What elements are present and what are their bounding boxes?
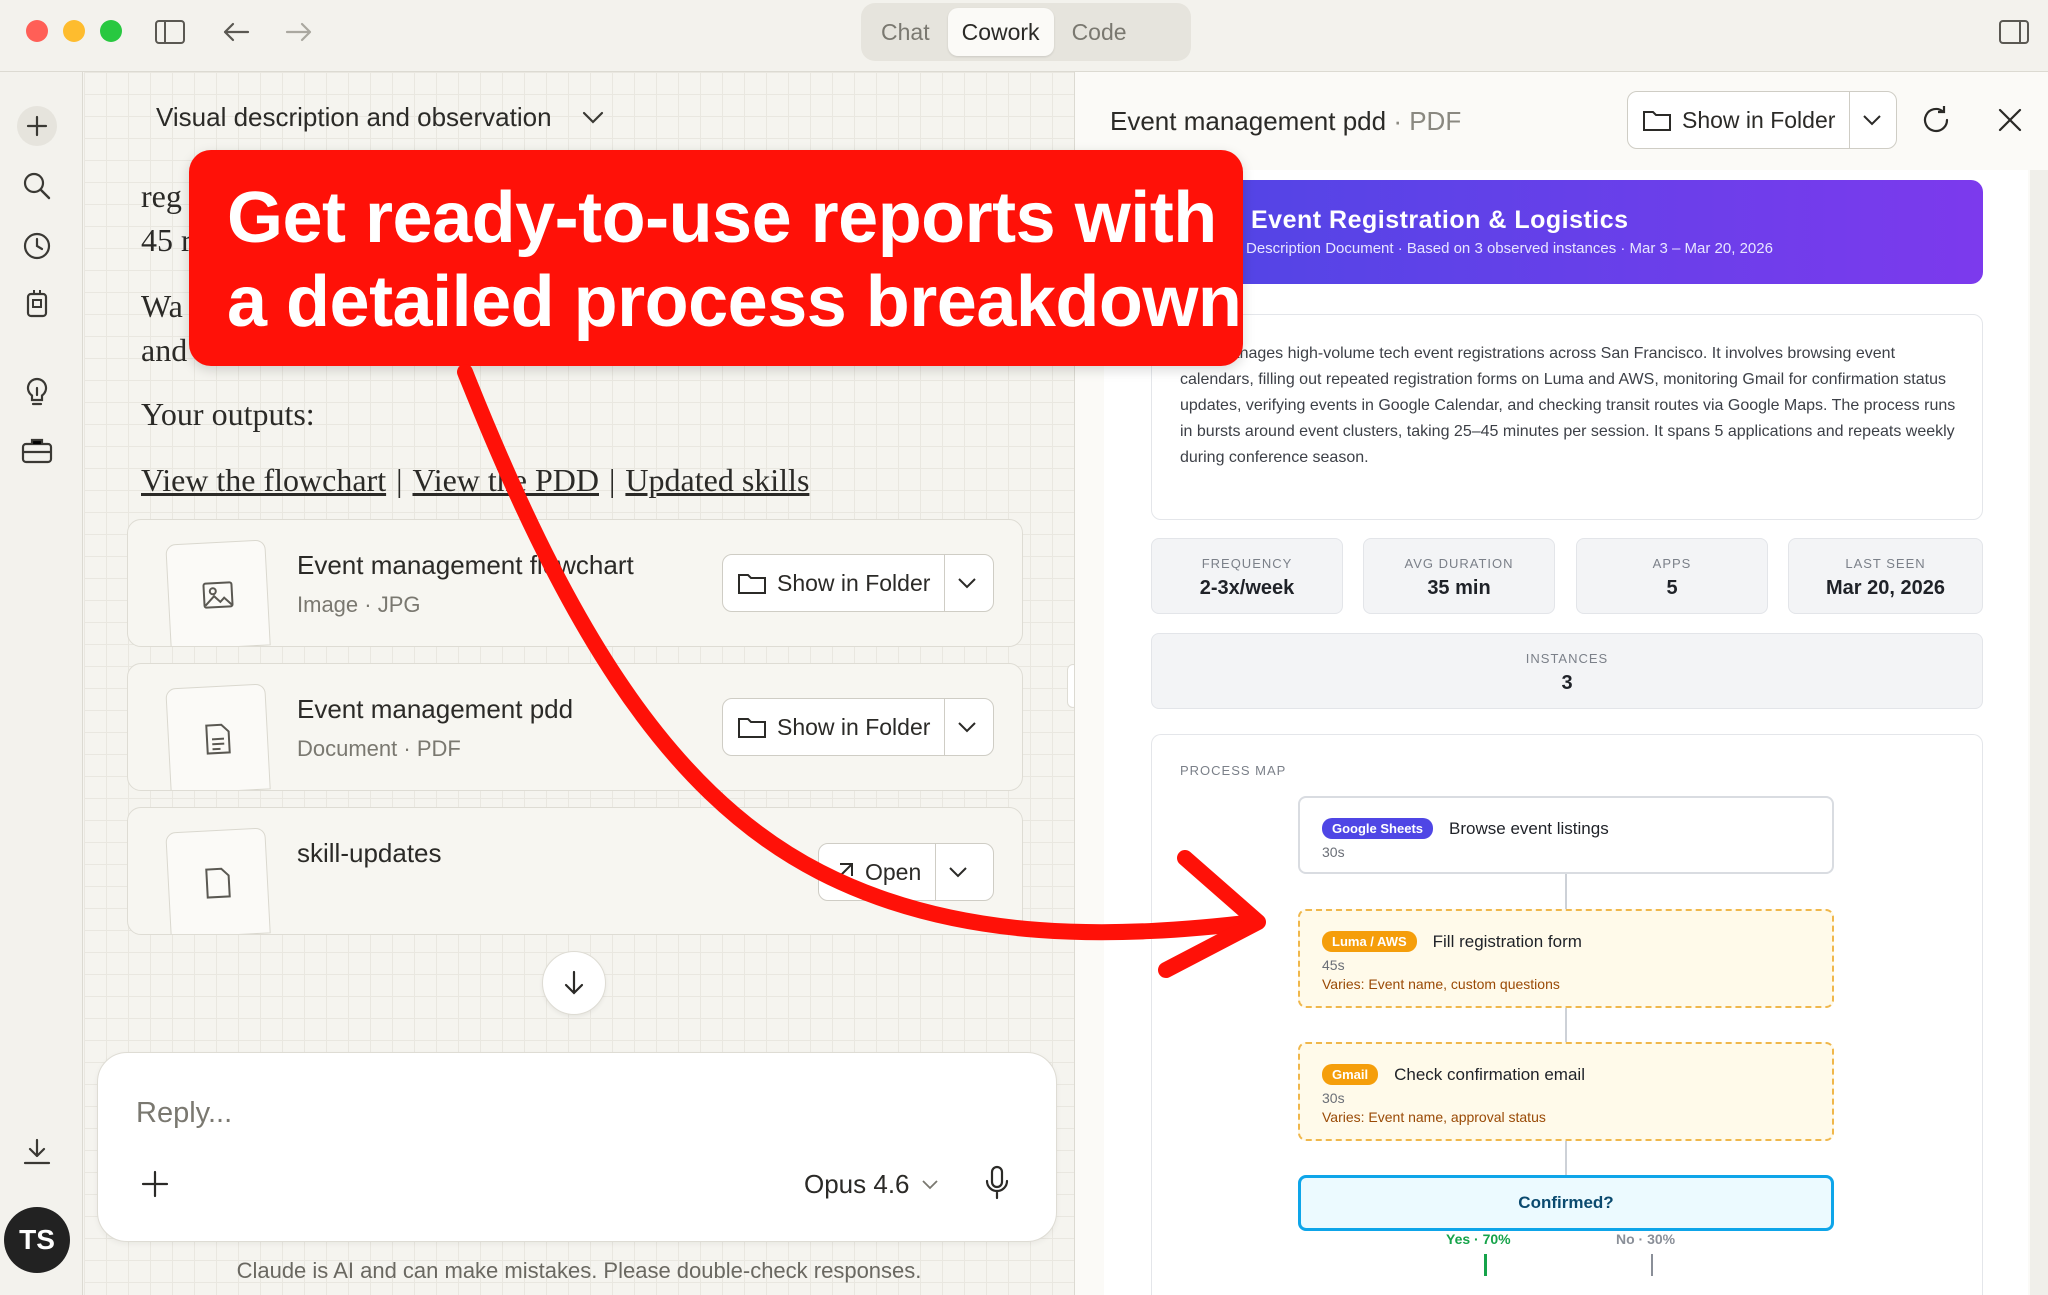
arrow-head: [1158, 850, 1266, 978]
annotation-arrow: [457, 364, 1266, 978]
arrow-shaft: [457, 364, 1263, 941]
